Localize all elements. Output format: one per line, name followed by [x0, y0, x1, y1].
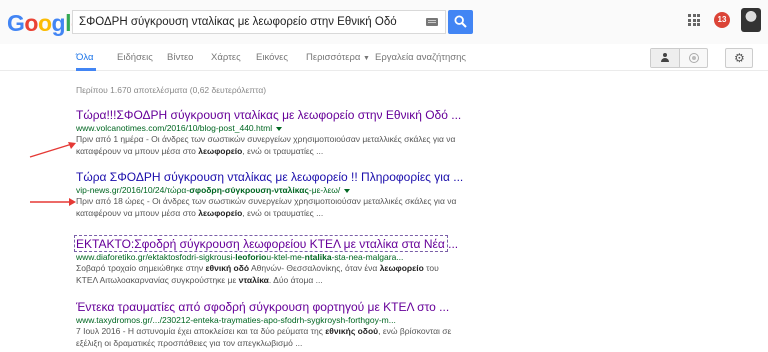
result-url-text: -με-λεω/ — [308, 185, 341, 195]
search-icon — [454, 15, 467, 28]
logo-letter: o — [37, 10, 52, 36]
snippet-text: του — [423, 263, 439, 273]
personal-results-button[interactable] — [651, 49, 680, 67]
result-snippet: Πριν από 1 ημέρα - Οι άνδρες των σωστικώ… — [76, 134, 466, 157]
tab-search-tools[interactable]: Εργαλεία αναζήτησης — [375, 52, 466, 63]
result-url-text: www.taxydromos.gr/.../230212-enteka-tray… — [76, 315, 396, 325]
result-url-text: www.volcanotimes.com/2016/10/blog-post_4… — [76, 123, 273, 133]
result-title-link[interactable]: Τώρα!!!ΣΦΟΔΡΗ σύγκρουση νταλίκας με λεωφ… — [76, 108, 466, 123]
person-icon — [661, 53, 669, 62]
snippet-line: εξέλιξη οι δραματικές προσπάθειες για το… — [76, 337, 303, 348]
snippet-text: ΚΤΕΛ Αιτωλοακαρνανίας συγκρούστηκε με — [76, 274, 239, 285]
tab-video[interactable]: Βίντεο — [167, 52, 193, 63]
result-url: vip-news.gr/2016/10/24/τώρα-σφοδρη-σύγκρ… — [76, 185, 466, 196]
snippet-highlight: λεωφορείο — [198, 145, 243, 156]
active-tab-indicator — [76, 68, 96, 71]
result-url-text: www.diaforetiko.gr/ektaktosfodri-sigkrou… — [76, 252, 236, 262]
search-result: Τώρα!!!ΣΦΟΔΡΗ σύγκρουση νταλίκας με λεωφ… — [76, 108, 466, 157]
globe-icon — [689, 53, 699, 63]
snippet-highlight: λεωφορείο — [379, 263, 424, 273]
search-button[interactable] — [448, 10, 473, 34]
header-bar: Google 13 — [0, 0, 768, 44]
keyboard-icon[interactable] — [426, 18, 438, 26]
result-title-link[interactable]: Έντεκα τραυματίες από σφοδρή σύγκρουση φ… — [76, 300, 466, 315]
snippet-highlight: εθνικής οδού — [325, 326, 379, 336]
result-stats: Περίπου 1.670 αποτελέσματα (0,62 δευτερό… — [76, 85, 267, 95]
result-snippet: Πριν από 18 ώρες - Οι άνδρες των σωστικώ… — [76, 196, 466, 219]
result-url-text: u-ktel-me- — [266, 252, 305, 262]
snippet-line: καταφέρουν να μπουν μέσα στο λεωφορείο, … — [76, 146, 466, 158]
gear-icon: ⚙ — [734, 51, 745, 65]
snippet-text: , ενώ οι τραυματίες ... — [242, 145, 324, 156]
snippet-text: . Δύο άτομα ... — [268, 274, 323, 285]
apps-grid-icon[interactable] — [688, 14, 700, 26]
snippet-text: Αθηνών- Θεσσαλονίκης, όταν ένα — [249, 263, 380, 273]
settings-button[interactable]: ⚙ — [725, 48, 753, 68]
result-snippet: Σοβαρό τροχαίο σημειώθηκε στην εθνική οδ… — [76, 263, 466, 286]
snippet-text: , ενώ βρίσκονται σε — [378, 326, 452, 336]
result-url-highlight: ntalika — [304, 252, 332, 262]
annotation-arrow — [29, 142, 76, 158]
snippet-text: 7 Ιουλ 2016 - Η αστυνομία έχει αποκλείσε… — [76, 326, 326, 336]
avatar[interactable] — [741, 8, 761, 32]
url-dropdown-icon[interactable] — [344, 188, 351, 193]
search-box[interactable] — [72, 10, 446, 34]
snippet-line: καταφέρουν να μπουν μέσα στο λεωφορείο, … — [76, 208, 466, 220]
result-snippet: 7 Ιουλ 2016 - Η αστυνομία έχει αποκλείσε… — [76, 326, 466, 349]
search-result: Έντεκα τραυματίες από σφοδρή σύγκρουση φ… — [76, 300, 466, 349]
tab-more[interactable]: Περισσότερα ▼ — [306, 52, 370, 63]
snippet-line: Πριν από 18 ώρες - Οι άνδρες των σωστικώ… — [76, 196, 457, 206]
focus-outline — [74, 235, 448, 252]
notifications-badge[interactable]: 13 — [714, 12, 730, 28]
search-result: Τώρα ΣΦΟΔΡΗ σύγκρουση νταλίκας με λεωφορ… — [76, 170, 466, 219]
caret-down-icon: ▼ — [363, 55, 370, 62]
url-dropdown-icon[interactable] — [276, 126, 283, 131]
snippet-line: 7 Ιουλ 2016 - Η αστυνομία έχει αποκλείσε… — [76, 326, 466, 338]
snippet-highlight: λεωφορείο — [198, 207, 243, 218]
tab-more-label: Περισσότερα — [306, 52, 361, 63]
result-url: www.diaforetiko.gr/ektaktosfodri-sigkrou… — [76, 252, 466, 263]
snippet-highlight: νταλίκα — [238, 274, 269, 285]
snippet-text: , ενώ οι τραυματίες ... — [242, 207, 324, 218]
result-url-text: -sta-nea-malgara... — [331, 252, 404, 262]
snippet-line: Πριν από 1 ημέρα - Οι άνδρες των σωστικώ… — [76, 134, 456, 144]
result-url-highlight: leoforio — [235, 252, 267, 262]
search-input[interactable] — [79, 13, 419, 31]
snippet-line: Σοβαρό τροχαίο σημειώθηκε στην εθνική οδ… — [76, 263, 466, 275]
snippet-text: καταφέρουν να μπουν μέσα στο — [76, 145, 199, 156]
search-result: ΕΚΤΑΚΤΟ:Σφοδρή σύγκρουση λεωφορείου ΚΤΕΛ… — [74, 235, 466, 286]
logo-letter: g — [51, 10, 66, 36]
result-url-highlight: σφοδρη-σύγκρουση-νταλίκας — [189, 185, 309, 195]
global-results-button[interactable] — [680, 49, 709, 67]
annotation-arrow — [30, 198, 76, 206]
result-url: www.taxydromos.gr/.../230212-enteka-tray… — [76, 315, 466, 326]
tab-maps[interactable]: Χάρτες — [211, 52, 241, 63]
logo-letter: o — [24, 10, 38, 36]
snippet-text: καταφέρουν να μπουν μέσα στο — [76, 207, 199, 218]
snippet-line: ΚΤΕΛ Αιτωλοακαρνανίας συγκρούστηκε με ντ… — [76, 275, 466, 287]
result-title-link[interactable]: Τώρα ΣΦΟΔΡΗ σύγκρουση νταλίκας με λεωφορ… — [76, 170, 466, 185]
logo-letter: G — [7, 10, 25, 36]
tab-all[interactable]: Όλα — [76, 52, 93, 63]
result-url: www.volcanotimes.com/2016/10/blog-post_4… — [76, 123, 466, 134]
personal-results-toggle — [650, 48, 708, 68]
tab-news[interactable]: Ειδήσεις — [117, 52, 153, 63]
result-url-text: vip-news.gr/2016/10/24/τώρα- — [76, 185, 190, 195]
snippet-text: Σοβαρό τροχαίο σημειώθηκε στην — [76, 263, 206, 273]
tab-images[interactable]: Εικόνες — [256, 52, 288, 63]
snippet-highlight: εθνική οδό — [205, 263, 250, 273]
